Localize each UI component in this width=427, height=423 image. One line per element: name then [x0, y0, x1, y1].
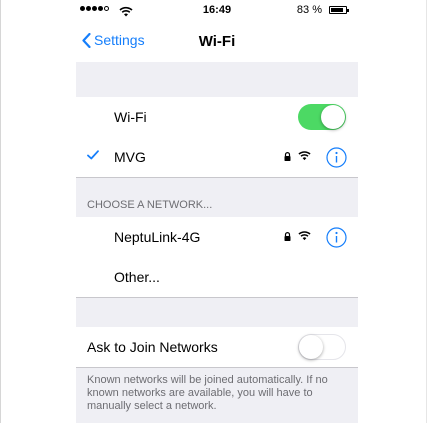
other-network-row[interactable]: Other...	[76, 257, 358, 297]
navigation-bar: Settings Wi-Fi	[76, 22, 358, 62]
choose-network-header-area: CHOOSE A NETWORK...	[76, 178, 358, 217]
phone-screen: 16:49 83 % Settings Wi-Fi Wi-Fi MVG CHOO…	[76, 0, 358, 423]
lock-icon	[284, 232, 291, 241]
status-bar: 16:49 83 %	[76, 0, 358, 22]
battery-icon	[329, 6, 349, 14]
section-header: CHOOSE A NETWORK...	[87, 199, 213, 211]
ask-to-join-footer: Known networks will be joined automatica…	[76, 368, 358, 423]
wifi-signal-icon	[298, 151, 311, 161]
ask-to-join-row: Ask to Join Networks	[76, 327, 358, 367]
ask-to-join-label: Ask to Join Networks	[87, 339, 218, 355]
frame-border-left	[0, 0, 1, 423]
wifi-toggle[interactable]	[298, 104, 346, 130]
section-spacer	[76, 298, 358, 327]
page-title: Wi-Fi	[198, 33, 236, 50]
network-name: NeptuLink-4G	[114, 229, 201, 245]
wifi-label: Wi-Fi	[114, 109, 147, 125]
info-icon[interactable]	[326, 227, 347, 248]
section-spacer-top	[76, 62, 358, 97]
connected-network-row[interactable]: MVG	[76, 137, 358, 177]
ask-to-join-toggle[interactable]	[298, 334, 346, 360]
battery-percentage: 83 %	[296, 4, 322, 16]
lock-icon	[284, 152, 291, 161]
info-icon[interactable]	[326, 147, 347, 168]
connected-network-name: MVG	[114, 149, 146, 165]
checkmark-icon	[87, 150, 99, 160]
wifi-toggle-row: Wi-Fi	[76, 97, 358, 137]
network-row[interactable]: NeptuLink-4G	[76, 217, 358, 257]
wifi-signal-icon	[298, 231, 311, 241]
other-network-label: Other...	[114, 269, 160, 285]
footer-description: Known networks will be joined automatica…	[87, 374, 328, 412]
